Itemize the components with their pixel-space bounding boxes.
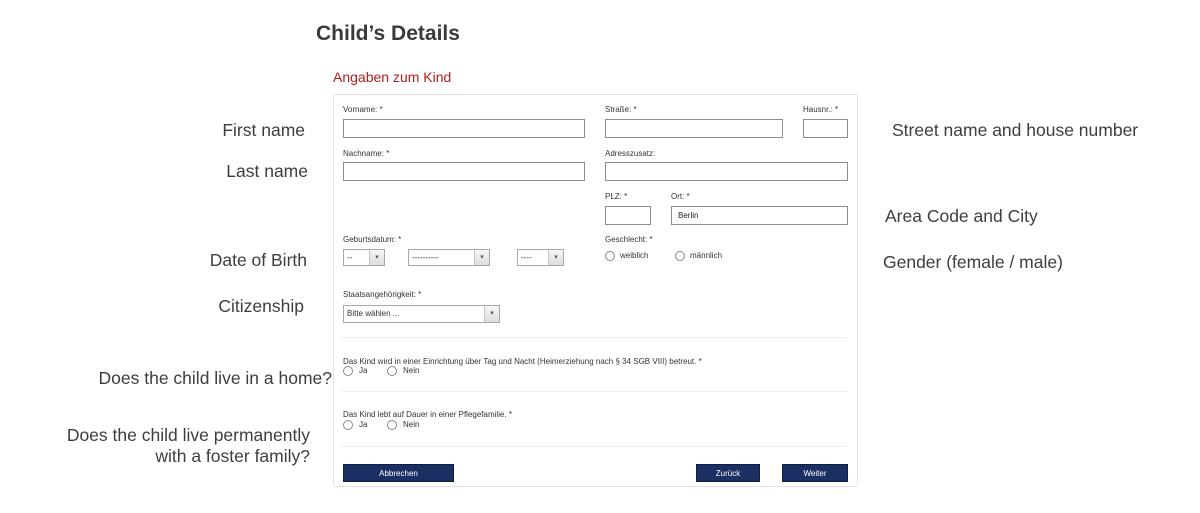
- birth-year-select[interactable]: ---- ▾: [517, 249, 564, 266]
- foster-no-radio[interactable]: [387, 420, 397, 430]
- birth-month-select[interactable]: ---------- ▾: [408, 249, 490, 266]
- gender-male-label: männlich: [690, 251, 723, 260]
- birth-year-value: ----: [521, 253, 532, 262]
- city-input[interactable]: [671, 206, 848, 225]
- house-number-label: Hausnr.: *: [803, 105, 839, 114]
- annotation-date-of-birth: Date of Birth: [209, 250, 307, 270]
- chevron-down-icon: ▾: [484, 306, 499, 322]
- birth-day-select[interactable]: -- ▾: [343, 249, 385, 266]
- chevron-down-icon: ▾: [369, 250, 384, 265]
- back-button[interactable]: Zurück: [696, 464, 760, 482]
- address-extra-input[interactable]: [605, 162, 848, 181]
- last-name-label: Nachname: *: [343, 149, 390, 158]
- birth-date-label: Geburtsdatum: *: [343, 235, 402, 244]
- foster-yes-radio[interactable]: [343, 420, 353, 430]
- street-label: Straße: *: [605, 105, 637, 114]
- first-name-label: Vorname: *: [343, 105, 383, 114]
- annotation-citizenship: Citizenship: [218, 296, 304, 316]
- birth-day-value: --: [347, 253, 353, 262]
- citizenship-select[interactable]: Bitte wählen ... ▾: [343, 305, 500, 323]
- postal-code-label: PLZ: *: [605, 192, 628, 201]
- citizenship-label: Staatsangehörigkeit: *: [343, 290, 422, 299]
- divider: [342, 337, 847, 338]
- birth-month-value: ----------: [412, 253, 439, 262]
- home-care-no-radio[interactable]: [387, 366, 397, 376]
- gender-female-label: weiblich: [620, 251, 649, 260]
- gender-male-radio[interactable]: [675, 251, 685, 261]
- page-title: Child’s Details: [316, 22, 460, 45]
- annotation-first-name: First name: [222, 120, 305, 140]
- question-foster-family: Das Kind lebt auf Dauer in einer Pflegef…: [343, 410, 512, 419]
- section-title: Angaben zum Kind: [333, 69, 452, 85]
- gender-female-radio[interactable]: [605, 251, 615, 261]
- divider: [342, 446, 847, 447]
- last-name-input[interactable]: [343, 162, 585, 181]
- annotation-gender: Gender (female / male): [883, 252, 1063, 272]
- annotation-foster-line-1: Does the child live permanently: [66, 425, 310, 445]
- home-care-no-label: Nein: [403, 366, 420, 375]
- gender-label: Geschlecht: *: [605, 235, 653, 244]
- chevron-down-icon: ▾: [474, 250, 489, 265]
- citizenship-value: Bitte wählen ...: [347, 309, 400, 318]
- annotation-street: Street name and house number: [892, 120, 1139, 140]
- annotation-lives-in-home: Does the child live in a home?: [98, 368, 332, 388]
- home-care-yes-radio[interactable]: [343, 366, 353, 376]
- divider: [342, 391, 847, 392]
- question-home-care: Das Kind wird in einer Einrichtung über …: [343, 357, 702, 366]
- annotation-area-code-city: Area Code and City: [885, 206, 1038, 226]
- annotation-foster-family: Does the child live permanently with a f…: [67, 425, 310, 467]
- home-care-yes-label: Ja: [359, 366, 368, 375]
- annotation-last-name: Last name: [226, 161, 308, 181]
- foster-yes-label: Ja: [359, 420, 368, 429]
- first-name-input[interactable]: [343, 119, 585, 138]
- house-number-input[interactable]: [803, 119, 848, 138]
- city-label: Ort: *: [671, 192, 690, 201]
- next-button[interactable]: Weiter: [782, 464, 848, 482]
- street-input[interactable]: [605, 119, 783, 138]
- address-extra-label: Adresszusatz:: [605, 149, 656, 158]
- chevron-down-icon: ▾: [548, 250, 563, 265]
- cancel-button[interactable]: Abbrechen: [343, 464, 454, 482]
- annotation-foster-line-2: with a foster family?: [155, 446, 310, 466]
- foster-no-label: Nein: [403, 420, 420, 429]
- postal-code-input[interactable]: [605, 206, 651, 225]
